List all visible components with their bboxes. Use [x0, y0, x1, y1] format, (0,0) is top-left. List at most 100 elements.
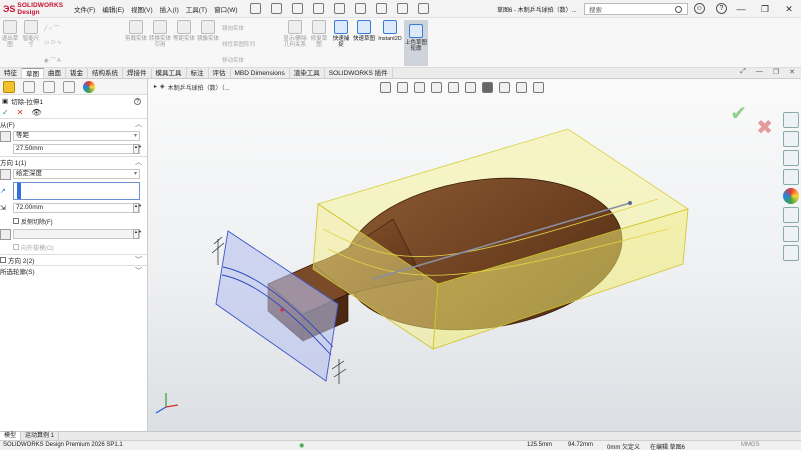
- dimxpert-icon[interactable]: [63, 80, 75, 93]
- from-section-header[interactable]: 从(F) ︿: [0, 118, 147, 129]
- offset-entities-button[interactable]: 等距实体: [173, 20, 195, 42]
- menu-tools[interactable]: 工具(T): [186, 4, 207, 14]
- collapse-icon[interactable]: ︿: [135, 157, 142, 167]
- sketch-origin-point: [280, 308, 284, 312]
- mirror-entities-button[interactable]: 镜像实体: [197, 20, 219, 42]
- feature-manager-icon[interactable]: [3, 80, 15, 93]
- collapse-icon[interactable]: ︿: [135, 119, 142, 129]
- search-icon[interactable]: [675, 6, 682, 13]
- status-rebuild-icon[interactable]: ◉: [299, 442, 304, 449]
- quick-snaps-button[interactable]: 快速捕捉: [331, 20, 351, 48]
- repair-sketch-button[interactable]: 修复草图: [309, 20, 329, 48]
- options-icon[interactable]: [417, 3, 429, 14]
- expand-chevron-icon[interactable]: ﹀: [135, 266, 142, 276]
- expand-icon[interactable]: ⤢: [740, 68, 746, 76]
- shaded-sketch-contours-button[interactable]: 上色草图轮廓: [404, 20, 428, 66]
- tab-mold-tools[interactable]: 模具工具: [152, 68, 187, 78]
- menu-insert[interactable]: 插入(I): [160, 4, 179, 14]
- text-tool-icon[interactable]: ◉ ⌒ A: [44, 56, 61, 64]
- instant2d-icon: [383, 20, 397, 34]
- ribbon-small-linear-pattern[interactable]: 线性草图阵列: [222, 40, 255, 48]
- print-icon[interactable]: [333, 3, 345, 14]
- ribbon-small-move[interactable]: 移动实体: [222, 56, 244, 64]
- select-icon[interactable]: [375, 3, 387, 14]
- menu-window[interactable]: 窗口(W): [214, 4, 237, 14]
- rapid-sketch-button[interactable]: 快速草图: [353, 20, 375, 42]
- expand-chevron-icon[interactable]: ﹀: [135, 255, 142, 265]
- instant2d-button[interactable]: Instant2D: [377, 20, 403, 42]
- line-tool-icon[interactable]: ╱ ○ ⌒: [44, 24, 59, 32]
- draft-icon[interactable]: [0, 228, 11, 240]
- menu-file[interactable]: 文件(F): [74, 4, 95, 14]
- tab-markup[interactable]: 标注: [187, 68, 209, 78]
- ok-button[interactable]: ✓: [2, 108, 9, 117]
- offset-row: 27.50mm ▲▼: [0, 143, 147, 155]
- model-viewport[interactable]: [148, 79, 801, 431]
- rebuild-icon[interactable]: [396, 3, 408, 14]
- search-box[interactable]: 搜索: [584, 3, 688, 15]
- status-units[interactable]: MMGS: [741, 442, 760, 448]
- depth-input[interactable]: 72.00mm: [13, 203, 140, 213]
- tab-render-tools[interactable]: 渲染工具: [290, 68, 325, 78]
- direction1-section-header[interactable]: 方向 1(1) ︿: [0, 156, 147, 167]
- direction2-checkbox[interactable]: [0, 257, 6, 263]
- new-icon[interactable]: [270, 3, 282, 14]
- exit-sketch-button[interactable]: 退出草图: [0, 20, 20, 48]
- tab-motion-study[interactable]: 运动算例 1: [21, 432, 60, 440]
- tab-model[interactable]: 模型: [0, 432, 22, 440]
- undo-icon[interactable]: [354, 3, 366, 14]
- tab-mbd-dimensions[interactable]: MBD Dimensions: [231, 68, 290, 78]
- tab-evaluate[interactable]: 评估: [209, 68, 231, 78]
- tab-sheet-metal[interactable]: 钣金: [66, 68, 88, 78]
- reverse-cut-checkbox[interactable]: 反侧切除(F): [13, 217, 53, 226]
- tab-sketch[interactable]: 草图: [22, 68, 44, 78]
- home-icon[interactable]: [249, 3, 261, 14]
- ribbon-small-mirror[interactable]: 镜向实体: [222, 24, 244, 32]
- menu-edit[interactable]: 编辑(E): [102, 4, 124, 14]
- user-icon[interactable]: ☺: [694, 3, 705, 14]
- depth-spinner[interactable]: ▲▼: [133, 203, 142, 213]
- help-question-icon[interactable]: ?: [134, 97, 141, 105]
- doc-close-icon[interactable]: ✕: [789, 68, 795, 76]
- doc-minimize-icon[interactable]: —: [756, 68, 763, 76]
- restore-icon[interactable]: ❐: [753, 0, 777, 18]
- doc-restore-icon[interactable]: ❐: [773, 68, 779, 76]
- reverse-direction-icon[interactable]: [0, 168, 11, 180]
- rect-tool-icon[interactable]: ▭ ⬭ ∿: [44, 40, 62, 47]
- tab-weldments[interactable]: 焊接件: [123, 68, 152, 78]
- direction-selection-box[interactable]: [13, 182, 140, 200]
- menu-view[interactable]: 视图(V): [131, 4, 153, 14]
- convert-entities-button[interactable]: 转换实体引用: [149, 20, 171, 48]
- selected-contours-section-header[interactable]: 所选轮廓(S) ﹀: [0, 265, 147, 276]
- convert-icon: [153, 20, 167, 34]
- search-input[interactable]: 搜索: [589, 4, 602, 14]
- open-icon[interactable]: [291, 3, 303, 14]
- trim-entities-button[interactable]: 剪裁实体: [125, 20, 147, 42]
- tab-addins[interactable]: SOLIDWORKS 插件: [325, 68, 393, 78]
- draft-row: ▲▼: [0, 228, 147, 240]
- property-manager-icon[interactable]: [23, 80, 35, 93]
- direction2-section-header[interactable]: 方向 2(2) ﹀: [0, 254, 147, 265]
- start-condition-select[interactable]: 等距 ▾: [13, 131, 140, 141]
- depth-row: ⇲ 72.00mm ▲▼: [0, 202, 147, 214]
- tab-surfaces[interactable]: 曲面: [44, 68, 66, 78]
- display-manager-icon[interactable]: [83, 80, 95, 93]
- app-logo[interactable]: ЭЅ SOLIDWORKS Design: [0, 2, 70, 16]
- smart-dimension-button[interactable]: 智能尺寸: [21, 20, 41, 48]
- display-relations-button[interactable]: 显示/删除几何关系: [283, 20, 307, 48]
- offset-spinner[interactable]: ▲▼: [133, 144, 142, 154]
- cancel-button[interactable]: ✕: [17, 108, 24, 117]
- exit-sketch-icon: [3, 20, 17, 34]
- tab-structure-system[interactable]: 结构系统: [88, 68, 123, 78]
- close-icon[interactable]: ✕: [777, 0, 801, 18]
- help-icon[interactable]: ?: [716, 3, 727, 14]
- end-condition-select[interactable]: 给定深度 ▾: [13, 169, 140, 179]
- offset-input[interactable]: 27.50mm: [13, 144, 140, 154]
- preview-eye-icon[interactable]: 👁: [31, 108, 41, 117]
- tab-features[interactable]: 特征: [0, 68, 22, 78]
- configuration-manager-icon[interactable]: [43, 80, 55, 93]
- save-icon[interactable]: [312, 3, 324, 14]
- ok-cancel-row: ✓ ✕ 👁: [0, 107, 147, 118]
- minimize-icon[interactable]: —: [729, 0, 753, 18]
- graphics-area[interactable]: ▸ ◈ 木制乒乓球拍（数）（... ✔ ✖: [148, 79, 801, 431]
